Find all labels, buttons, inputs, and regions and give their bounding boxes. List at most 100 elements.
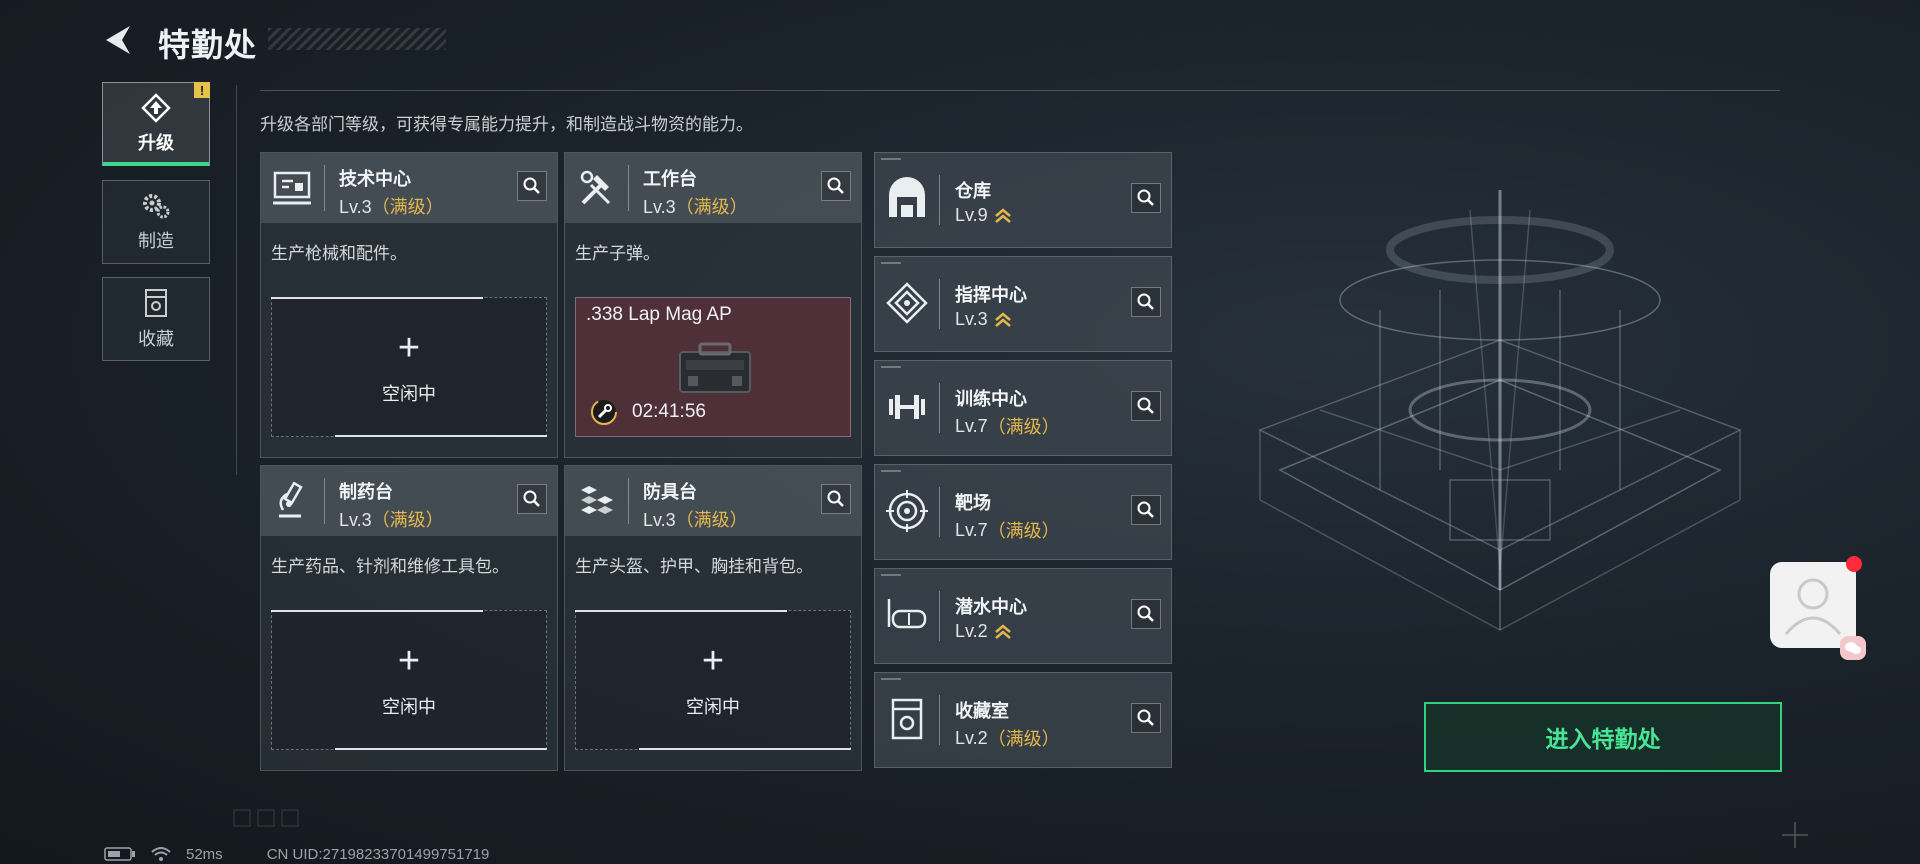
search-icon <box>1137 709 1154 726</box>
search-icon <box>523 490 540 507</box>
tech-center-icon <box>273 171 311 205</box>
armor-bench-icon <box>581 486 613 514</box>
search-button[interactable] <box>821 484 851 514</box>
status-bar: 52ms CN UID:27198233701499751719 <box>104 845 489 863</box>
card-name: 技术中心 <box>339 169 411 189</box>
search-button[interactable] <box>1131 183 1161 213</box>
card-level: Lv.3（满级） <box>339 510 444 530</box>
divider <box>236 85 237 475</box>
product-name: .338 Lap Mag AP <box>586 304 732 325</box>
search-button[interactable] <box>1131 495 1161 525</box>
card-level: Lv.3（满级） <box>339 197 444 217</box>
back-button[interactable] <box>100 20 140 60</box>
card-header: 工作台 Lv.3（满级） <box>565 153 861 223</box>
dept-level: Lv.7 （满级） <box>955 517 1060 543</box>
upgrade-icon <box>141 93 171 123</box>
search-icon <box>827 490 844 507</box>
dept-training-center[interactable]: 训练中心 Lv.7 （满级） <box>874 360 1172 456</box>
target-icon <box>886 490 928 532</box>
workbench-icon <box>580 170 611 205</box>
card-name: 工作台 <box>643 169 697 189</box>
card-description: 生产药品、针剂和维修工具包。 <box>271 557 509 576</box>
card-header: 防具台 Lv.3（满级） <box>565 466 861 536</box>
collection-icon <box>145 289 167 317</box>
decoration-squares <box>233 809 299 827</box>
ammo-box-icon <box>679 342 751 393</box>
upgrade-available-icon <box>994 207 1011 223</box>
wifi-icon <box>151 847 171 861</box>
card-workbench: 工作台 Lv.3（满级） 生产子弹。 .338 Lap Mag AP 02:41… <box>564 152 862 458</box>
dept-warehouse[interactable]: 仓库 Lv.9 <box>874 152 1172 248</box>
dept-name: 仓库 <box>955 181 991 201</box>
enter-special-ops-button[interactable]: 进入特勤处 <box>1424 702 1782 772</box>
card-name: 防具台 <box>643 482 697 502</box>
card-armor-bench: 防具台 Lv.3（满级） 生产头盔、护甲、胸挂和背包。 + 空闲中 <box>564 465 862 771</box>
uid-text: CN UID:27198233701499751719 <box>266 845 490 863</box>
battery-icon <box>104 847 135 861</box>
search-button[interactable] <box>1131 391 1161 421</box>
headquarters-hologram <box>1258 190 1742 631</box>
page-title: 特勤处 <box>158 27 258 63</box>
production-slot-active[interactable]: .338 Lap Mag AP 02:41:56 <box>575 297 851 437</box>
production-timer: 02:41:56 <box>632 401 706 422</box>
wechat-icon <box>1845 642 1861 654</box>
search-button[interactable] <box>1131 703 1161 733</box>
search-icon <box>1137 293 1154 310</box>
dept-name: 靶场 <box>955 493 991 513</box>
card-tech-center: 技术中心 Lv.3（满级） 生产枪械和配件。 + 空闲中 <box>260 152 558 458</box>
warning-badge: ! <box>194 82 210 98</box>
dept-name: 潜水中心 <box>955 597 1027 617</box>
dept-name: 收藏室 <box>955 701 1009 721</box>
search-button[interactable] <box>517 484 547 514</box>
chat-icon[interactable] <box>1840 636 1866 660</box>
card-level: Lv.3（满级） <box>643 510 748 530</box>
dumbbell-icon <box>889 395 925 419</box>
tab-craft[interactable]: 制造 <box>102 180 210 264</box>
pharmacy-icon <box>279 481 303 518</box>
dept-diving-center[interactable]: 潜水中心 Lv.2 <box>874 568 1172 664</box>
dept-command-center[interactable]: 指挥中心 Lv.3 <box>874 256 1172 352</box>
maxed-label: （满级） <box>371 510 444 530</box>
gears-icon <box>143 194 170 219</box>
dept-shooting-range[interactable]: 靶场 Lv.7 （满级） <box>874 464 1172 560</box>
card-header: 制药台 Lv.3（满级） <box>261 466 557 536</box>
plus-icon: + <box>701 640 725 682</box>
page-description: 升级各部门等级，可获得专属能力提升，和制造战斗物资的能力。 <box>260 115 753 134</box>
production-slot-idle[interactable]: + 空闲中 <box>271 297 547 437</box>
search-button[interactable] <box>1131 599 1161 629</box>
tab-collection[interactable]: 收藏 <box>102 277 210 361</box>
production-slot-idle[interactable]: + 空闲中 <box>575 610 851 750</box>
upgrade-available-icon <box>994 311 1011 327</box>
dept-level: Lv.7 （满级） <box>955 413 1060 439</box>
card-header: 技术中心 Lv.3（满级） <box>261 153 557 223</box>
dept-level: Lv.2 <box>955 621 1012 642</box>
card-description: 生产枪械和配件。 <box>271 244 407 263</box>
back-arrow-icon <box>106 26 130 54</box>
upgrade-available-icon <box>994 623 1011 639</box>
dept-collection-room[interactable]: 收藏室 Lv.2 （满级） <box>874 672 1172 768</box>
command-center-icon <box>886 282 928 324</box>
search-icon <box>1137 189 1154 206</box>
plus-icon: + <box>397 640 421 682</box>
maxed-label: （满级） <box>675 510 748 530</box>
dept-name: 指挥中心 <box>955 285 1027 305</box>
tab-upgrade[interactable]: ! 升级 <box>102 82 210 166</box>
maxed-label: （满级） <box>987 729 1060 749</box>
maxed-label: （满级） <box>675 197 748 217</box>
search-button[interactable] <box>1131 287 1161 317</box>
search-icon <box>523 177 540 194</box>
divider <box>260 90 1780 91</box>
card-description: 生产子弹。 <box>575 244 660 263</box>
search-button[interactable] <box>821 171 851 201</box>
tab-label: 升级 <box>138 133 174 153</box>
ping-value: 52ms <box>186 845 223 863</box>
search-button[interactable] <box>517 171 547 201</box>
card-pharmacy: 制药台 Lv.3（满级） 生产药品、针剂和维修工具包。 + 空闲中 <box>260 465 558 771</box>
dept-level: Lv.2 （满级） <box>955 725 1060 751</box>
idle-label: 空闲中 <box>686 697 740 717</box>
maxed-label: （满级） <box>987 521 1060 541</box>
title-decoration <box>268 28 446 50</box>
maxed-label: （满级） <box>371 197 444 217</box>
diving-goggles-icon <box>887 599 927 629</box>
production-slot-idle[interactable]: + 空闲中 <box>271 610 547 750</box>
